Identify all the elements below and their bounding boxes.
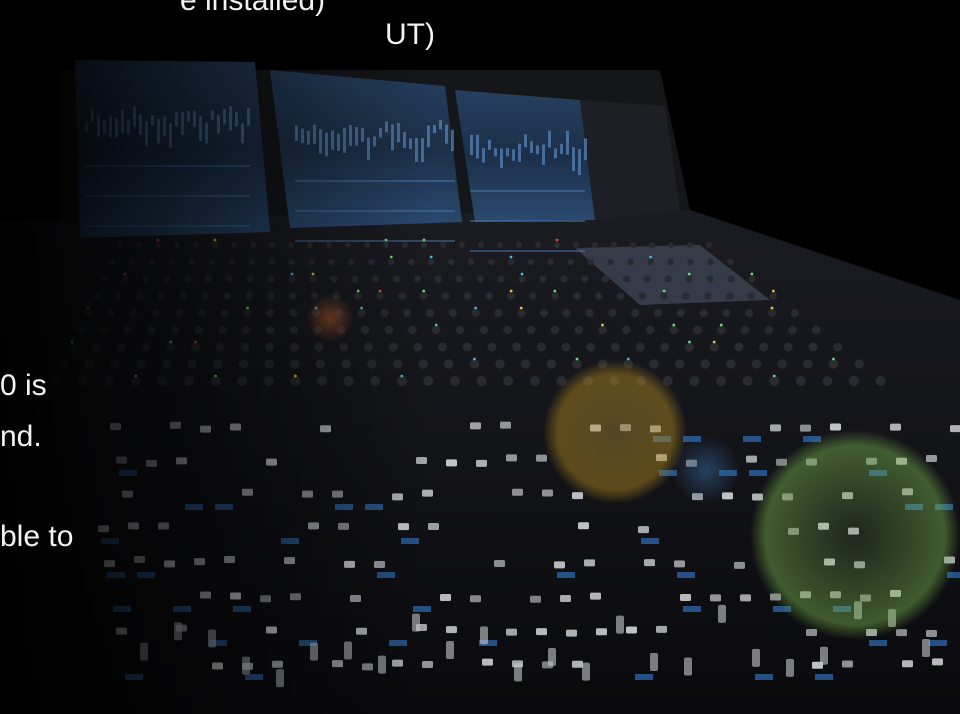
- mixing-console-photo: [0, 0, 960, 714]
- vignette: [0, 0, 960, 714]
- caption-line-1: e installed): [180, 0, 326, 17]
- slide-background: e installed) UT) 0 is nd. ble to: [0, 0, 960, 714]
- caption-line-4: nd.: [0, 420, 42, 453]
- caption-line-2: UT): [385, 18, 435, 51]
- caption-line-3: 0 is: [0, 369, 47, 402]
- caption-line-5: ble to: [0, 520, 74, 553]
